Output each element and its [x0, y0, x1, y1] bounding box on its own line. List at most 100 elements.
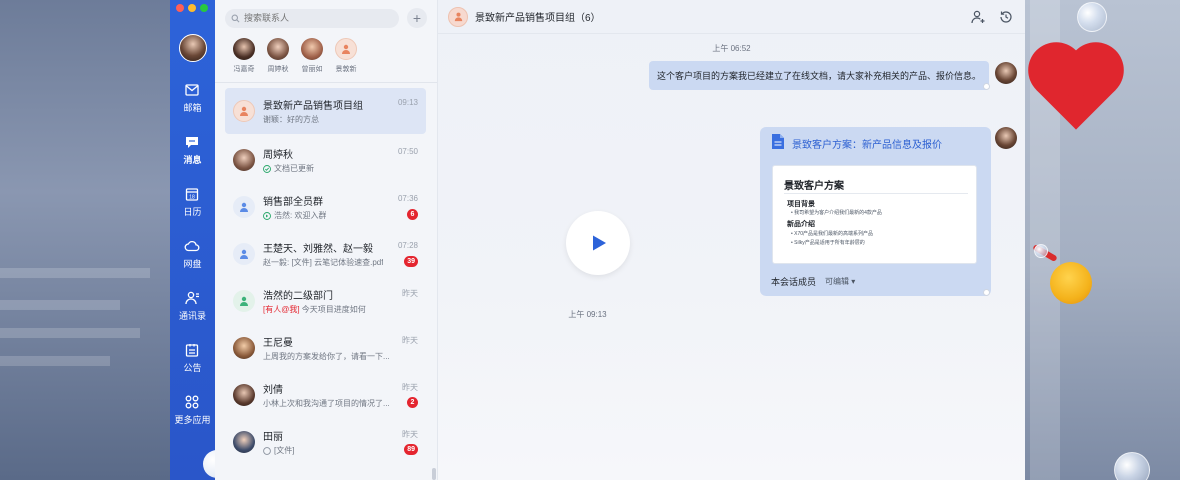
divider	[215, 82, 437, 83]
nav-item-announcement[interactable]: 公告	[183, 342, 202, 374]
conversation-time: 昨天	[402, 430, 418, 439]
doc-preview[interactable]: 景致客户方案 项目背景 • 我司希望为客户介绍我们最新的4款产品 新品介绍 • …	[772, 165, 977, 264]
conversation-time: 07:28	[397, 241, 418, 250]
divider	[784, 193, 968, 194]
chat-header: 景致新产品销售项目组（6）	[438, 0, 1025, 34]
unread-badge: 6	[407, 209, 418, 220]
doc-permission-dropdown[interactable]: 可编辑 ▾	[825, 276, 855, 287]
calendar-day: 18	[190, 195, 196, 201]
sender-avatar[interactable]	[995, 62, 1017, 84]
history-icon[interactable]	[998, 9, 1014, 25]
search-input[interactable]	[244, 13, 384, 23]
play-icon	[593, 235, 606, 251]
conversation-title: 王楚天、刘雅然、赵一毅	[263, 244, 373, 255]
mail-icon	[185, 84, 200, 96]
plus-icon: +	[412, 10, 422, 26]
conversation-preview: 谢颖：好的方总	[263, 115, 319, 124]
avatar	[233, 290, 255, 312]
nav-item-mail[interactable]: 邮箱	[183, 82, 202, 114]
conversation-item[interactable]: 周婷秋 07:50 文档已更新	[225, 137, 426, 183]
quick-contact-name: 冯嘉奇	[233, 66, 255, 73]
conversation-item[interactable]: 刘倩 昨天 小林上次和我沟通了项目的情况了... 2	[225, 372, 426, 418]
conversation-preview-row: [文件]	[263, 445, 294, 456]
conversation-item[interactable]: 田丽 昨天 [文件] 89	[225, 419, 426, 465]
quick-contact[interactable]: 冯嘉奇	[233, 38, 255, 74]
contacts-icon	[185, 291, 200, 305]
nav-item-contacts[interactable]: 通讯录	[179, 290, 206, 322]
quick-contact[interactable]: 景敦新	[335, 38, 357, 74]
close-window-button[interactable]	[176, 4, 184, 12]
bubble-decoration	[1034, 244, 1048, 258]
unread-badge: 39	[404, 256, 418, 267]
nav-item-label: 网盘	[183, 259, 202, 269]
maximize-window-button[interactable]	[200, 4, 208, 12]
nav-item-more-apps[interactable]: 更多应用	[174, 394, 211, 426]
group-icon	[240, 249, 248, 259]
avatar	[233, 337, 255, 359]
nav-item-label: 更多应用	[174, 415, 211, 425]
conversation-list-panel: + 冯嘉奇 周婷秋 曾丽如 景敦新	[215, 0, 438, 480]
group-icon	[454, 12, 462, 22]
conversation-item[interactable]: 销售部全员群 07:36 浩然: 欢迎入群 6	[225, 184, 426, 230]
chat-group-avatar	[448, 6, 468, 27]
group-icon	[240, 106, 248, 116]
list-scrollbar[interactable]	[432, 468, 436, 480]
avatar	[233, 431, 255, 453]
document-icon	[772, 134, 784, 149]
background-step	[0, 268, 150, 278]
conversation-time: 07:50	[397, 147, 418, 156]
avatar	[233, 384, 255, 406]
pending-icon	[263, 446, 271, 455]
doc-section-text: • X70产品是我们最新的高端系列产品	[791, 231, 874, 237]
status-icon	[263, 211, 271, 220]
bubble-decoration	[1114, 452, 1150, 480]
conversation-preview: 上周我的方案发给你了，请看一下...	[263, 352, 390, 361]
nav-item-messages[interactable]: 消息	[183, 134, 202, 166]
nav-item-cloud-drive[interactable]: 网盘	[183, 238, 202, 270]
unread-badge: 2	[407, 397, 418, 408]
quick-contact[interactable]: 曾丽如	[301, 38, 323, 74]
group-icon	[240, 296, 248, 306]
message-text: 这个客户项目的方案我已经建立了在线文档，请大家补充相关的产品、报价信息。	[656, 71, 981, 81]
quick-contact[interactable]: 周婷秋	[267, 38, 289, 74]
unread-badge: 89	[404, 444, 418, 455]
minimize-window-button[interactable]	[188, 4, 196, 12]
conversation-item[interactable]: 景致新产品销售项目组 09:13 谢颖：好的方总	[225, 88, 426, 134]
conversation-title: 销售部全员群	[263, 197, 323, 208]
conversation-time: 昨天	[402, 289, 418, 298]
add-conversation-button[interactable]: +	[407, 8, 427, 28]
sender-avatar[interactable]	[995, 127, 1017, 149]
doc-preview-title: 景致客户方案	[784, 181, 844, 192]
video-play-button[interactable]	[566, 211, 630, 275]
background-left	[0, 0, 170, 480]
conversation-title: 周婷秋	[263, 150, 293, 161]
bubble-decoration	[1077, 2, 1107, 32]
conversation-item[interactable]: 王尼曼 昨天 上周我的方案发给你了，请看一下...	[225, 325, 426, 371]
conversation-time: 昨天	[402, 383, 418, 392]
quick-contact-name: 周婷秋	[267, 66, 289, 73]
conversation-time: 09:13	[397, 98, 418, 107]
app-window: 邮箱 消息 18 日历 网盘 通讯录 公告 更多应用 搜索联系人 + 冯嘉奇 周…	[170, 0, 1025, 480]
nav-item-calendar[interactable]: 18 日历	[183, 186, 202, 218]
group-icon	[240, 202, 248, 212]
my-avatar[interactable]	[178, 34, 207, 62]
background-step	[0, 328, 140, 338]
shared-doc-card[interactable]: 景致客户方案：新产品信息及报价 景致客户方案 项目背景 • 我司希望为客户介绍我…	[760, 127, 991, 296]
message-timestamp: 上午 09:13	[568, 310, 607, 319]
conversation-preview-row: 文档已更新	[263, 163, 314, 174]
nav-rail: 邮箱 消息 18 日历 网盘 通讯录 公告 更多应用	[170, 0, 231, 480]
search-box[interactable]	[225, 8, 399, 28]
avatar	[233, 100, 255, 122]
conversation-item[interactable]: 王楚天、刘雅然、赵一毅 07:28 赵一毅: [文件] 云笔记体验速查.pdf …	[225, 231, 426, 277]
announcement-icon	[186, 344, 199, 357]
message-bubble[interactable]: 这个客户项目的方案我已经建立了在线文档，请大家补充相关的产品、报价信息。	[648, 61, 989, 90]
add-member-icon[interactable]	[970, 9, 986, 25]
conversation-title: 浩然的二级部门	[263, 291, 333, 302]
background-step	[0, 300, 120, 310]
avatar	[233, 38, 255, 60]
doc-section-heading: 项目背景	[787, 201, 815, 208]
conversation-preview-row: 浩然: 欢迎入群	[263, 210, 326, 221]
avatar	[301, 38, 323, 60]
quick-contacts: 冯嘉奇 周婷秋 曾丽如 景敦新	[215, 28, 437, 74]
calendar-icon: 18	[186, 188, 199, 201]
